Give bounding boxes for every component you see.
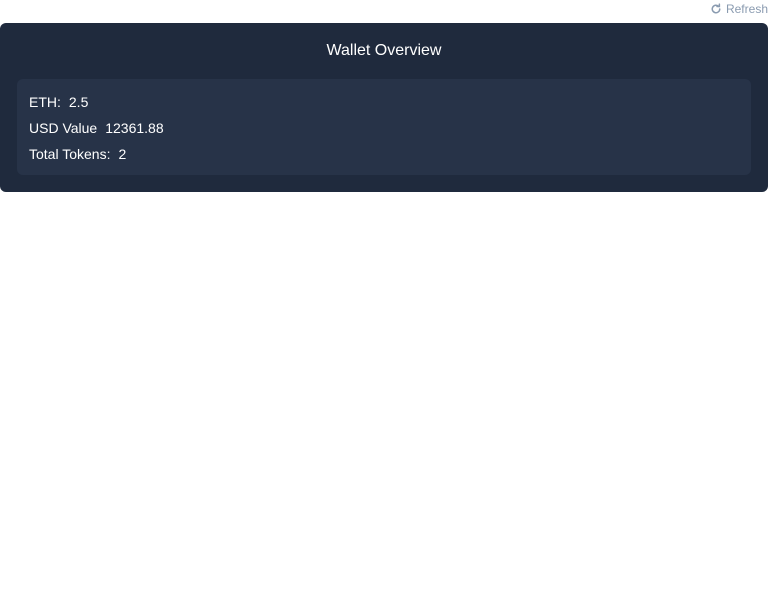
eth-value: 2.5 — [68, 94, 89, 110]
usd-value-label: USD Value — [29, 120, 98, 136]
card-title: Wallet Overview — [326, 42, 442, 59]
refresh-icon — [710, 3, 722, 15]
total-tokens-label: Total Tokens: — [29, 146, 111, 162]
wallet-overview-card: Wallet Overview ETH: 2.5 USD Value 12361.8… — [0, 23, 768, 192]
wallet-info-panel: ETH: 2.5 USD Value 12361.88 Total Tokens: 2 — [17, 79, 751, 175]
usd-value: 12361.88 — [105, 120, 164, 136]
toolbar: Refresh — [710, 0, 768, 18]
total-tokens-value: 2 — [118, 146, 127, 162]
total-tokens-row: Total Tokens: 2 — [29, 141, 739, 167]
refresh-button[interactable]: Refresh — [710, 2, 768, 16]
eth-label: ETH: — [29, 94, 61, 110]
usd-value-row: USD Value 12361.88 — [29, 115, 739, 141]
refresh-label: Refresh — [725, 2, 768, 16]
eth-balance-row: ETH: 2.5 — [29, 89, 739, 115]
